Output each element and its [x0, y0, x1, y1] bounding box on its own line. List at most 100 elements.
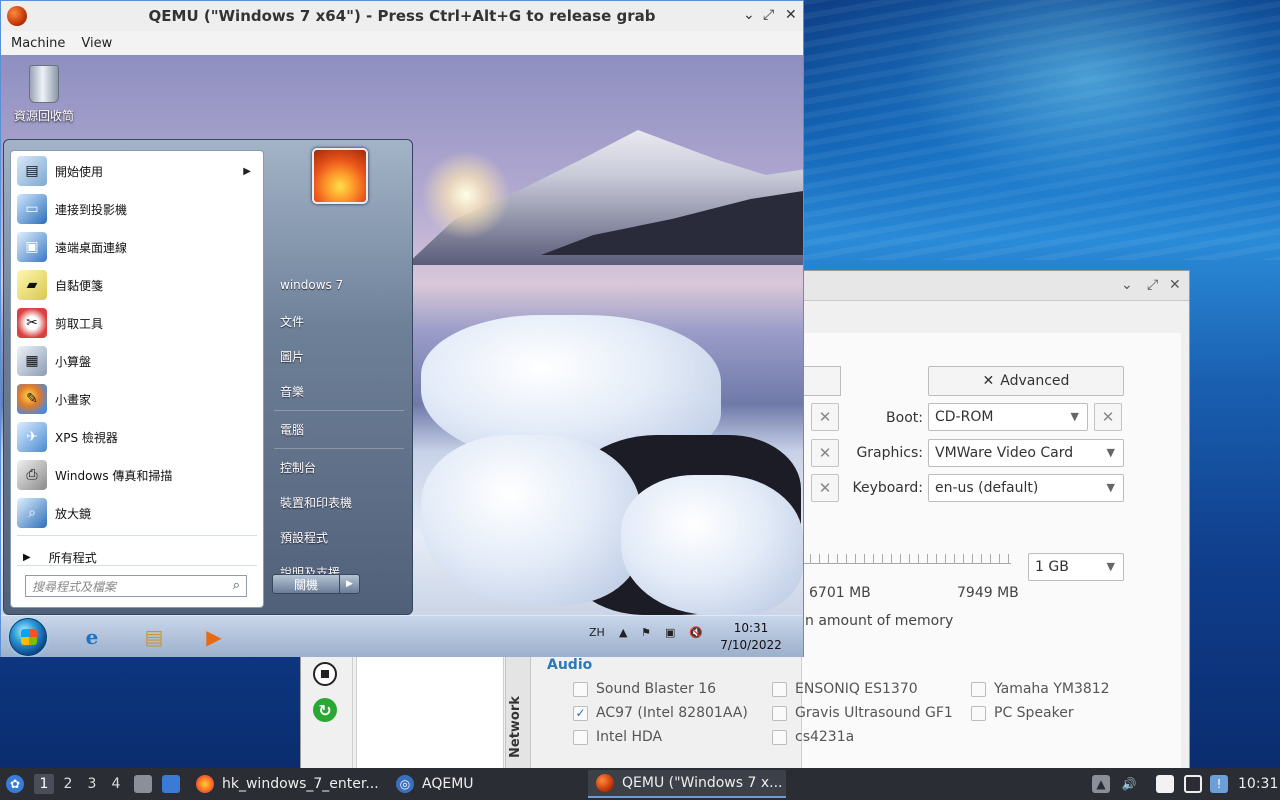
checkbox[interactable]: [772, 681, 787, 697]
checkbox-checked[interactable]: ✓: [573, 705, 588, 721]
tray-expand-button[interactable]: ▲: [1092, 768, 1110, 800]
maximize-icon[interactable]: ⤢: [763, 7, 774, 23]
start-search-input[interactable]: 搜尋程式及檔案 ⌕: [25, 575, 247, 597]
user-picture-avatar[interactable]: [312, 148, 368, 204]
volume-muted-icon[interactable]: 🔇: [689, 626, 703, 639]
boot-select[interactable]: CD-ROM ▼: [928, 403, 1088, 431]
menu-view[interactable]: View: [81, 36, 112, 51]
start-right-user[interactable]: windows 7: [280, 278, 343, 292]
checkbox[interactable]: [772, 705, 787, 721]
volume-button[interactable]: 🔊: [1120, 768, 1138, 800]
start-right-devices-printers[interactable]: 裝置和印表機: [280, 494, 352, 511]
task-qemu[interactable]: QEMU ("Windows 7 x...: [588, 770, 786, 798]
shutdown-button[interactable]: 關機: [272, 574, 340, 594]
guest-display[interactable]: 資源回收筒 ▤ 開始使用 ▶ ▭ 連接到投影機 ▣ 遠端桌面連線 ▰ 自黏便箋 …: [1, 55, 803, 657]
aqemu-icon: ◎: [396, 775, 414, 793]
audio-card-checkbox[interactable]: PC Speaker: [971, 705, 1074, 721]
taskbar-media-player[interactable]: ▶: [197, 621, 231, 653]
advanced-button[interactable]: ✕ Advanced: [928, 366, 1124, 396]
start-right-computer[interactable]: 電腦: [280, 421, 304, 438]
task-firefox[interactable]: hk_windows_7_enter...: [188, 770, 384, 798]
paint-icon: ✎: [17, 384, 47, 414]
qemu-logo-icon: [7, 6, 27, 26]
workspace-1[interactable]: 1: [34, 774, 54, 794]
aqemu-minimize-button[interactable]: ⌄: [1121, 277, 1133, 293]
memory-slider[interactable]: [801, 554, 1011, 564]
recycle-bin-icon: [29, 65, 59, 103]
stop-button[interactable]: [313, 662, 337, 686]
info-icon: !: [1210, 775, 1228, 793]
taskbar-file-explorer[interactable]: ▤: [137, 621, 171, 653]
audio-card-checkbox[interactable]: Gravis Ultrasound GF1: [772, 705, 953, 721]
start-right-pictures[interactable]: 圖片: [280, 348, 304, 365]
shutdown-options-button[interactable]: ▶: [340, 574, 360, 594]
network-icon[interactable]: ▣: [665, 626, 675, 639]
wallpaper-ice: [421, 435, 641, 605]
audio-card-checkbox[interactable]: Intel HDA: [573, 729, 662, 745]
clipboard-button[interactable]: [1156, 768, 1174, 800]
chevron-down-icon: ▼: [1106, 446, 1115, 459]
language-indicator[interactable]: ZH: [589, 626, 605, 639]
refresh-icon: ↻: [318, 700, 332, 720]
app-menu-button[interactable]: ✿: [6, 768, 24, 800]
audio-card-checkbox[interactable]: Yamaha YM3812: [971, 681, 1110, 697]
calculator-icon: ▦: [17, 346, 47, 376]
network-button[interactable]: [1184, 768, 1202, 800]
minimize-icon[interactable]: ⌄: [743, 7, 755, 23]
aqemu-close-button[interactable]: ✕: [1169, 277, 1181, 293]
workspace-4[interactable]: 4: [106, 774, 126, 794]
notification-button[interactable]: !: [1210, 768, 1228, 800]
close-icon[interactable]: ✕: [785, 7, 797, 23]
checkbox[interactable]: [573, 729, 588, 745]
start-item-magnifier[interactable]: ⌕ 放大鏡: [17, 495, 257, 531]
start-item-remote-desktop[interactable]: ▣ 遠端桌面連線: [17, 229, 257, 265]
show-desktop-button[interactable]: [134, 768, 152, 800]
keyboard-select[interactable]: en-us (default) ▼: [928, 474, 1124, 502]
tray-expand-icon[interactable]: ▲: [619, 626, 627, 639]
audio-card-checkbox[interactable]: cs4231a: [772, 729, 854, 745]
start-right-documents[interactable]: 文件: [280, 313, 304, 330]
tools-icon: ✕: [982, 373, 995, 389]
graphics-select[interactable]: VMWare Video Card ▼: [928, 439, 1124, 467]
all-programs-button[interactable]: ▶ 所有程式: [23, 549, 97, 566]
checkbox[interactable]: [971, 705, 986, 721]
workspace-2[interactable]: 2: [58, 774, 78, 794]
task-aqemu[interactable]: ◎ AQEMU: [388, 770, 584, 798]
start-right-default-programs[interactable]: 預設程式: [280, 529, 328, 546]
start-item-getting-started[interactable]: ▤ 開始使用 ▶: [17, 153, 257, 189]
start-item-sticky-notes[interactable]: ▰ 自黏便箋: [17, 267, 257, 303]
boot-tool-button[interactable]: ✕: [1094, 403, 1122, 431]
audio-card-checkbox[interactable]: ENSONIQ ES1370: [772, 681, 918, 697]
audio-card-checkbox[interactable]: ✓ AC97 (Intel 82801AA): [573, 705, 748, 721]
start-right-control-panel[interactable]: 控制台: [280, 459, 316, 476]
start-item-projector[interactable]: ▭ 連接到投影機: [17, 191, 257, 227]
aqemu-hidden-button[interactable]: [801, 366, 841, 396]
quicklaunch-desktop[interactable]: [162, 768, 180, 800]
start-right-music[interactable]: 音樂: [280, 383, 304, 400]
menu-machine[interactable]: Machine: [11, 36, 65, 51]
start-item-xps-viewer[interactable]: ✈ XPS 檢視器: [17, 419, 257, 455]
aqemu-maximize-button[interactable]: ⤢: [1147, 277, 1158, 293]
start-item-paint[interactable]: ✎ 小畫家: [17, 381, 257, 417]
workspace-3[interactable]: 3: [82, 774, 102, 794]
guest-clock[interactable]: 10:31 7/10/2022: [713, 620, 789, 654]
qemu-titlebar[interactable]: QEMU ("Windows 7 x64") - Press Ctrl+Alt+…: [1, 1, 803, 31]
start-item-calculator[interactable]: ▦ 小算盤: [17, 343, 257, 379]
taskbar-internet-explorer[interactable]: e: [75, 621, 109, 653]
checkbox[interactable]: [573, 681, 588, 697]
host-clock[interactable]: 10:31: [1238, 768, 1278, 800]
reset-button[interactable]: ↻: [313, 698, 337, 722]
audio-card-checkbox[interactable]: Sound Blaster 16: [573, 681, 716, 697]
checkbox[interactable]: [772, 729, 787, 745]
start-button[interactable]: [9, 618, 47, 656]
memory-free-label: 6701 MB: [809, 585, 871, 601]
checkbox[interactable]: [971, 681, 986, 697]
start-item-fax-scan[interactable]: ⎙ Windows 傳真和掃描: [17, 457, 257, 493]
volume-icon: 🔊: [1121, 777, 1137, 791]
tab-network[interactable]: Network: [505, 653, 531, 771]
vm-list[interactable]: [356, 656, 504, 771]
start-item-snipping-tool[interactable]: ✂ 剪取工具: [17, 305, 257, 341]
memory-select[interactable]: 1 GB ▼: [1028, 553, 1124, 581]
action-center-flag-icon[interactable]: ⚑: [641, 626, 651, 639]
desktop-icon-recycle-bin[interactable]: 資源回收筒: [11, 65, 77, 124]
